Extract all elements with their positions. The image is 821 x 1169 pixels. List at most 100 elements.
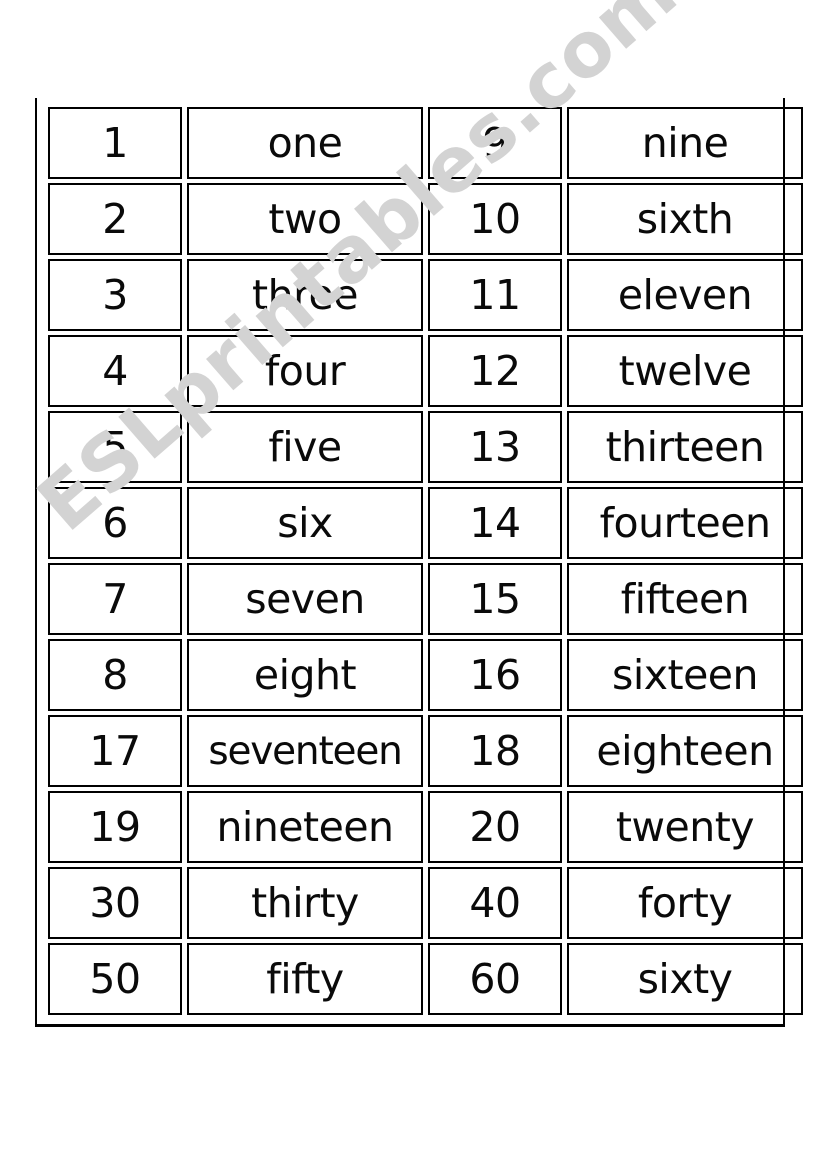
flashcard-num-text: 3: [102, 270, 128, 319]
flashcard-numeral-cell[interactable]: 19: [48, 791, 182, 863]
flashcard-numeral-cell[interactable]: 12: [428, 335, 562, 407]
flashcard-word-text: fourteen: [599, 498, 771, 547]
flashcard-num-text: 14: [469, 498, 521, 547]
flashcard-num-text: 10: [469, 194, 521, 243]
flashcard-numeral-cell[interactable]: 10: [428, 183, 562, 255]
flashcard-word-cell[interactable]: sixteen: [567, 639, 803, 711]
flashcard-word-text: fifteen: [620, 574, 750, 623]
flashcard-word-text: seventeen: [208, 728, 403, 774]
flashcard-word-cell[interactable]: fourteen: [567, 487, 803, 559]
flashcard-num-text: 20: [469, 802, 521, 851]
flashcard-num-text: 50: [89, 954, 141, 1003]
flashcard-word-cell[interactable]: one: [187, 107, 423, 179]
flashcard-word-text: eight: [253, 650, 357, 699]
table-row: 50 fifty 60 sixty: [48, 943, 803, 1015]
flashcard-numeral-cell[interactable]: 16: [428, 639, 562, 711]
flashcard-num-text: 5: [102, 422, 128, 471]
flashcard-numeral-cell[interactable]: 50: [48, 943, 182, 1015]
flashcard-numeral-cell[interactable]: 13: [428, 411, 562, 483]
table-row: 4 four 12 twelve: [48, 335, 803, 407]
flashcard-word-text: thirty: [251, 878, 359, 927]
flashcard-numeral-cell[interactable]: 18: [428, 715, 562, 787]
flashcard-word-text: eighteen: [596, 726, 774, 775]
flashcard-word-cell[interactable]: nine: [567, 107, 803, 179]
flashcard-word-cell[interactable]: twenty: [567, 791, 803, 863]
table-row: 2 two 10 sixth: [48, 183, 803, 255]
table-row: 5 five 13 thirteen: [48, 411, 803, 483]
flashcard-word-cell[interactable]: sixty: [567, 943, 803, 1015]
flashcard-word-text: five: [268, 422, 342, 471]
flashcard-numeral-cell[interactable]: 2: [48, 183, 182, 255]
flashcard-num-text: 19: [89, 802, 141, 851]
table-row: 19 nineteen 20 twenty: [48, 791, 803, 863]
flashcard-word-cell[interactable]: nineteen: [187, 791, 423, 863]
flashcard-numeral-cell[interactable]: 60: [428, 943, 562, 1015]
table-row: 17 seventeen 18 eighteen: [48, 715, 803, 787]
flashcard-numeral-cell[interactable]: 7: [48, 563, 182, 635]
flashcard-numeral-cell[interactable]: 9: [428, 107, 562, 179]
flashcard-word-cell[interactable]: seventeen: [187, 715, 423, 787]
flashcard-word-text: twelve: [618, 346, 752, 395]
flashcard-word-cell[interactable]: seven: [187, 563, 423, 635]
flashcard-num-text: 15: [469, 574, 521, 623]
flashcard-numeral-cell[interactable]: 30: [48, 867, 182, 939]
flashcard-numeral-cell[interactable]: 20: [428, 791, 562, 863]
flashcard-word-text: forty: [637, 878, 733, 927]
flashcard-word-cell[interactable]: five: [187, 411, 423, 483]
flashcard-word-text: fifty: [266, 954, 344, 1003]
flashcard-word-text: four: [264, 346, 346, 395]
table-row: 8 eight 16 sixteen: [48, 639, 803, 711]
flashcard-num-text: 11: [469, 270, 521, 319]
flashcard-word-cell[interactable]: six: [187, 487, 423, 559]
flashcard-numeral-cell[interactable]: 11: [428, 259, 562, 331]
flashcard-word-text: three: [252, 270, 358, 319]
flashcard-num-text: 30: [89, 878, 141, 927]
flashcard-num-text: 60: [469, 954, 521, 1003]
flashcard-num-text: 12: [469, 346, 521, 395]
flashcard-numeral-cell[interactable]: 5: [48, 411, 182, 483]
flashcard-word-text: two: [268, 194, 342, 243]
flashcard-numeral-cell[interactable]: 15: [428, 563, 562, 635]
flashcard-numeral-cell[interactable]: 8: [48, 639, 182, 711]
flashcard-word-cell[interactable]: four: [187, 335, 423, 407]
flashcard-word-cell[interactable]: fifteen: [567, 563, 803, 635]
flashcard-numeral-cell[interactable]: 17: [48, 715, 182, 787]
flashcard-word-cell[interactable]: eight: [187, 639, 423, 711]
flashcard-num-text: 40: [469, 878, 521, 927]
flashcard-word-text: sixteen: [611, 650, 759, 699]
flashcard-word-cell[interactable]: three: [187, 259, 423, 331]
flashcard-num-text: 7: [102, 574, 128, 623]
flashcard-word-text: nineteen: [216, 802, 394, 851]
flashcard-num-text: 9: [482, 118, 508, 167]
flashcard-num-text: 6: [102, 498, 128, 547]
table-row: 30 thirty 40 forty: [48, 867, 803, 939]
flashcard-num-text: 16: [469, 650, 521, 699]
flashcard-numeral-cell[interactable]: 3: [48, 259, 182, 331]
flashcard-num-text: 18: [469, 726, 521, 775]
flashcard-numeral-cell[interactable]: 1: [48, 107, 182, 179]
flashcard-word-cell[interactable]: eleven: [567, 259, 803, 331]
flashcard-word-cell[interactable]: forty: [567, 867, 803, 939]
flashcard-word-text: sixth: [636, 194, 734, 243]
flashcard-numeral-cell[interactable]: 40: [428, 867, 562, 939]
flashcard-num-text: 4: [102, 346, 128, 395]
flashcard-numeral-cell[interactable]: 14: [428, 487, 562, 559]
flashcard-word-cell[interactable]: thirty: [187, 867, 423, 939]
table-row: 7 seven 15 fifteen: [48, 563, 803, 635]
table-row: 6 six 14 fourteen: [48, 487, 803, 559]
flashcard-rows: 1 one 9 nine 2 two 10 sixth 3 three 11 eleven 4 four 1…: [48, 107, 803, 1015]
flashcard-word-cell[interactable]: eighteen: [567, 715, 803, 787]
flashcard-numeral-cell[interactable]: 4: [48, 335, 182, 407]
flashcard-word-cell[interactable]: thirteen: [567, 411, 803, 483]
flashcard-word-text: sixty: [637, 954, 733, 1003]
flashcard-word-cell[interactable]: sixth: [567, 183, 803, 255]
flashcard-num-text: 2: [102, 194, 128, 243]
flashcard-word-cell[interactable]: fifty: [187, 943, 423, 1015]
flashcard-word-cell[interactable]: two: [187, 183, 423, 255]
worksheet-page: ESLprintables.com 1 one 9 nine 2 two 10 sixth 3 t…: [0, 0, 821, 1169]
flashcard-word-cell[interactable]: twelve: [567, 335, 803, 407]
number-flashcard-table: 1 one 9 nine 2 two 10 sixth 3 three 11 eleven 4 four 1…: [43, 103, 808, 1019]
flashcard-num-text: 17: [89, 726, 141, 775]
flashcard-word-text: twenty: [615, 802, 755, 851]
flashcard-numeral-cell[interactable]: 6: [48, 487, 182, 559]
